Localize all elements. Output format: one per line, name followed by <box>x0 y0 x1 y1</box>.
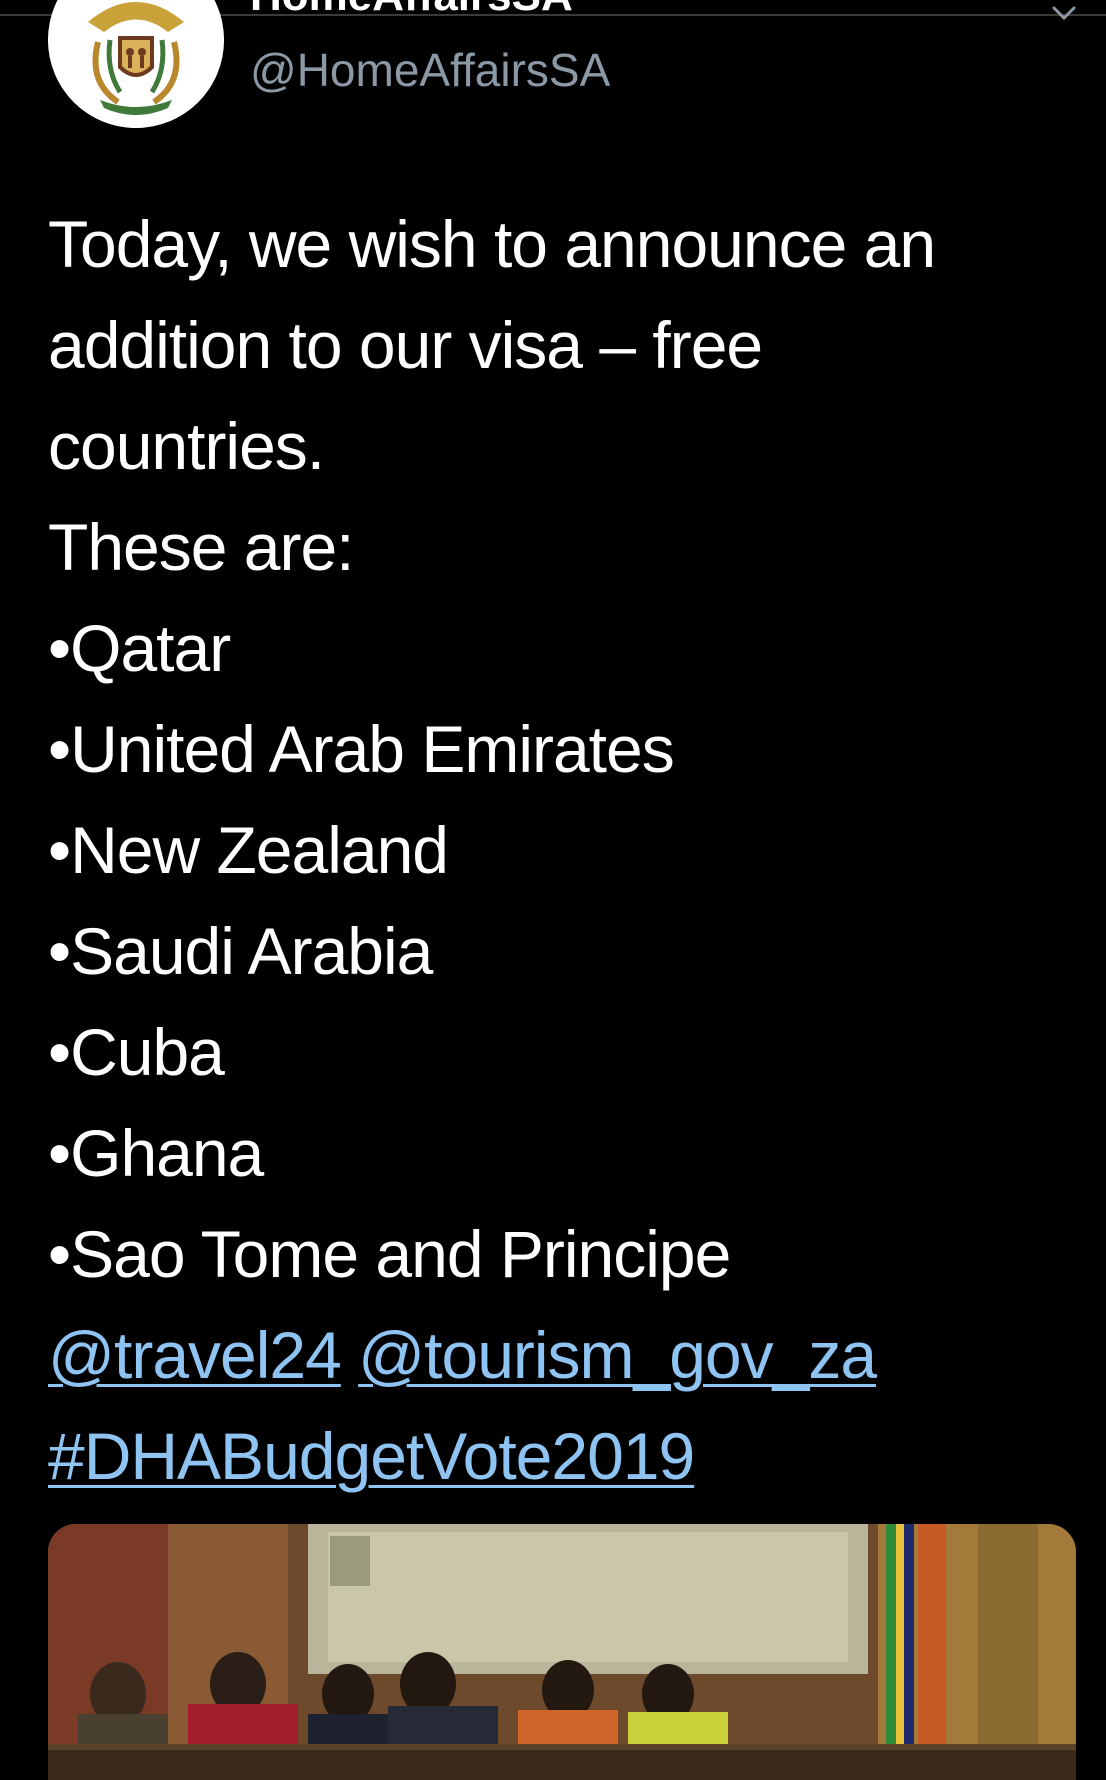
tweet-line: countries. <box>48 409 325 483</box>
country-list-item: •New Zealand <box>48 813 449 887</box>
country-list-item: •Saudi Arabia <box>48 914 433 988</box>
country-list-item: •Ghana <box>48 1116 264 1190</box>
mentions-line: @travel24 @tourism_gov_za <box>48 1305 1068 1406</box>
display-name[interactable]: HomeAffairsSA <box>250 0 573 22</box>
coat-of-arms-icon <box>48 0 224 128</box>
tweet-text: Today, we wish to announce an addition t… <box>48 194 1068 1507</box>
chevron-down-icon[interactable] <box>1050 2 1078 26</box>
photo-parliament-icon <box>48 1524 1076 1780</box>
hashtag-line: #DHABudgetVote2019 <box>48 1406 1068 1507</box>
tweet-line: Today, we wish to announce an <box>48 207 936 281</box>
tweet-line: These are: <box>48 510 355 584</box>
hashtag-link[interactable]: #DHABudgetVote2019 <box>48 1419 695 1493</box>
country-list-item: •Cuba <box>48 1015 225 1089</box>
country-list-item: •Qatar <box>48 611 231 685</box>
mention-link-travel24[interactable]: @travel24 <box>48 1318 342 1392</box>
mention-link-tourism[interactable]: @tourism_gov_za <box>358 1318 877 1392</box>
avatar[interactable] <box>48 0 224 128</box>
tweet-line: addition to our visa – free <box>48 308 763 382</box>
tweet-header: HomeAffairsSA @HomeAffairsSA <box>0 0 1106 150</box>
account-handle[interactable]: @HomeAffairsSA <box>250 42 610 98</box>
country-list-item: •Sao Tome and Principe <box>48 1217 731 1291</box>
tweet-photo[interactable] <box>48 1524 1076 1780</box>
country-list-item: •United Arab Emirates <box>48 712 675 786</box>
